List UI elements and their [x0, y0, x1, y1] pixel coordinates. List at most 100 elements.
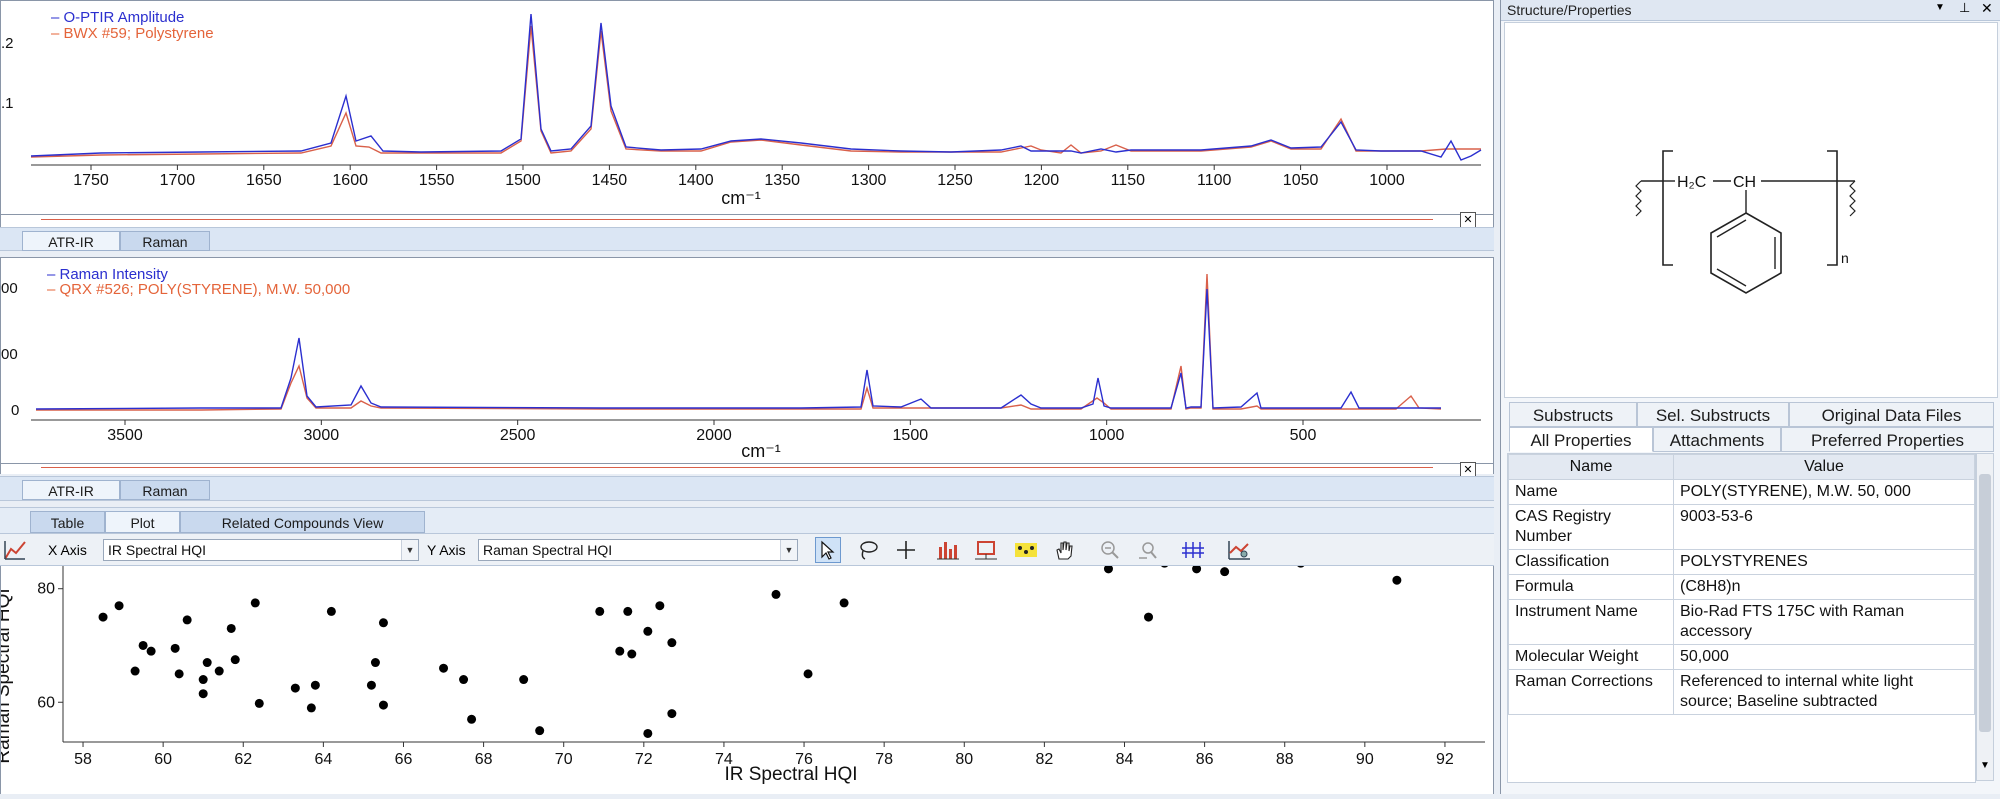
table-row[interactable]: Raman Corrections Referenced to internal…: [1508, 669, 1975, 715]
table-row[interactable]: Classification POLYSTYRENES: [1508, 549, 1975, 575]
zoom-out-icon[interactable]: [1097, 537, 1123, 563]
scatter-point[interactable]: [615, 646, 625, 656]
scatter-point[interactable]: [1103, 564, 1113, 574]
y-ticks: 60 80: [37, 581, 63, 711]
tab-raman[interactable]: Raman: [120, 480, 210, 500]
scatter-point[interactable]: [114, 601, 124, 611]
x-tick-label: 1100: [1197, 172, 1232, 189]
scatter-point[interactable]: [1160, 558, 1170, 568]
ir-overview-strip[interactable]: [0, 215, 1494, 227]
properties-scrollbar[interactable]: ▼: [1976, 453, 1994, 781]
scatter-point[interactable]: [310, 680, 320, 690]
tab-table[interactable]: Table: [30, 511, 105, 533]
scatter-point[interactable]: [290, 683, 300, 693]
scatter-point[interactable]: [198, 689, 208, 699]
tab-original-data-files[interactable]: Original Data Files: [1789, 402, 1994, 427]
scatter-point[interactable]: [306, 703, 316, 713]
scatter-point[interactable]: [1392, 575, 1402, 585]
scatter-point[interactable]: [535, 726, 545, 736]
scatter-point[interactable]: [667, 638, 677, 648]
close-icon[interactable]: ✕: [1981, 0, 1993, 17]
table-row[interactable]: Molecular Weight 50,000: [1508, 644, 1975, 670]
scatter-point[interactable]: [378, 618, 388, 628]
scrollbar-thumb[interactable]: [1979, 474, 1991, 732]
scatter-point[interactable]: [1296, 558, 1306, 568]
tab-preferred-properties[interactable]: Preferred Properties: [1781, 427, 1994, 452]
scatter-point[interactable]: [439, 663, 449, 673]
raman-overview-strip[interactable]: [0, 464, 1494, 474]
scatter-point[interactable]: [326, 606, 336, 616]
dropdown-icon[interactable]: ▼: [1935, 2, 1945, 13]
property-value: (C8H8)n: [1673, 574, 1975, 600]
lasso-icon[interactable]: [855, 537, 881, 563]
scatter-point[interactable]: [198, 675, 208, 685]
scatter-point[interactable]: [1144, 612, 1154, 622]
scatter-point[interactable]: [378, 700, 388, 710]
table-row[interactable]: CAS Registry Number 9003-53-6: [1508, 504, 1975, 550]
tab-substructs[interactable]: Substructs: [1509, 402, 1637, 427]
scatter-point[interactable]: [138, 640, 148, 650]
x-axis-select[interactable]: IR Spectral HQI ▼: [103, 539, 419, 561]
ir-spectrum-panel: – O-PTIR Amplitude – BWX #59; Polystyren…: [0, 0, 1494, 215]
select-pointer-icon[interactable]: [815, 537, 841, 563]
tab-atr-ir[interactable]: ATR-IR: [22, 480, 120, 500]
box-chart-icon[interactable]: [973, 537, 999, 563]
scroll-down-icon[interactable]: ▼: [1980, 760, 1990, 771]
x-axis-label: cm⁻¹: [721, 188, 761, 208]
plot-settings-icon[interactable]: [1226, 537, 1252, 563]
table-row[interactable]: Formula (C8H8)n: [1508, 574, 1975, 600]
table-row[interactable]: Name POLY(STYRENE), M.W. 50, 000: [1508, 479, 1975, 505]
scatter-point[interactable]: [254, 698, 264, 708]
tab-raman[interactable]: Raman: [120, 231, 210, 251]
scatter-point[interactable]: [627, 649, 637, 659]
ir-spectrum-chart[interactable]: – O-PTIR Amplitude – BWX #59; Polystyren…: [1, 1, 1493, 214]
scatter-point[interactable]: [839, 598, 849, 608]
scatter-point[interactable]: [370, 658, 380, 668]
scatter-point[interactable]: [459, 675, 469, 685]
tab-attachments[interactable]: Attachments: [1653, 427, 1781, 452]
scatter-point[interactable]: [130, 666, 140, 676]
scatter-point[interactable]: [771, 589, 781, 599]
tab-plot[interactable]: Plot: [105, 511, 180, 533]
scatter-point[interactable]: [623, 606, 633, 616]
scatter-point[interactable]: [1220, 567, 1230, 577]
scatter-point[interactable]: [519, 675, 529, 685]
hqi-scatter-chart[interactable]: 58 60 62 64 66 68 70 72 74 76 78 80 82 84 86 88 90 92 608…: [0, 555, 1493, 794]
scatter-grid-icon[interactable]: [1013, 537, 1039, 563]
scatter-point[interactable]: [182, 615, 192, 625]
scatter-point[interactable]: [366, 680, 376, 690]
scatter-point[interactable]: [803, 669, 813, 679]
spectra-stack-icon[interactable]: [1180, 537, 1206, 563]
scatter-point[interactable]: [174, 669, 184, 679]
scatter-point[interactable]: [1192, 564, 1202, 574]
scatter-point[interactable]: [643, 626, 653, 636]
scatter-point[interactable]: [98, 612, 108, 622]
scatter-point[interactable]: [214, 666, 224, 676]
scatter-point[interactable]: [226, 623, 236, 633]
tab-sel-substructs[interactable]: Sel. Substructs: [1637, 402, 1789, 427]
bar-chart-icon[interactable]: [935, 537, 961, 563]
table-row[interactable]: Instrument Name Bio-Rad FTS 175C with Ra…: [1508, 599, 1975, 645]
scatter-point[interactable]: [170, 643, 180, 653]
tab-atr-ir[interactable]: ATR-IR: [22, 231, 120, 251]
scatter-point[interactable]: [643, 728, 653, 738]
scatter-point[interactable]: [467, 714, 477, 724]
tab-related-compounds[interactable]: Related Compounds View: [180, 511, 425, 533]
chart-type-icon[interactable]: [2, 537, 28, 563]
scatter-point[interactable]: [146, 646, 156, 656]
x-tick-label: 1000: [1369, 172, 1405, 189]
pin-icon[interactable]: ⊥: [1959, 0, 1970, 16]
pan-hand-icon[interactable]: [1051, 537, 1077, 563]
scatter-point[interactable]: [230, 655, 240, 665]
tab-all-properties[interactable]: All Properties: [1509, 427, 1653, 452]
scatter-point[interactable]: [202, 658, 212, 668]
scatter-point[interactable]: [667, 709, 677, 719]
scatter-point[interactable]: [250, 598, 260, 608]
zoom-extents-icon[interactable]: [1135, 537, 1161, 563]
crosshair-icon[interactable]: [893, 537, 919, 563]
y-axis-select[interactable]: Raman Spectral HQI ▼: [478, 539, 798, 561]
scatter-point[interactable]: [655, 601, 665, 611]
ir-overview-close[interactable]: ✕: [1460, 212, 1476, 228]
scatter-point[interactable]: [595, 606, 605, 616]
raman-spectrum-chart[interactable]: – Raman Intensity – QRX #526; POLY(STYRE…: [1, 258, 1493, 463]
